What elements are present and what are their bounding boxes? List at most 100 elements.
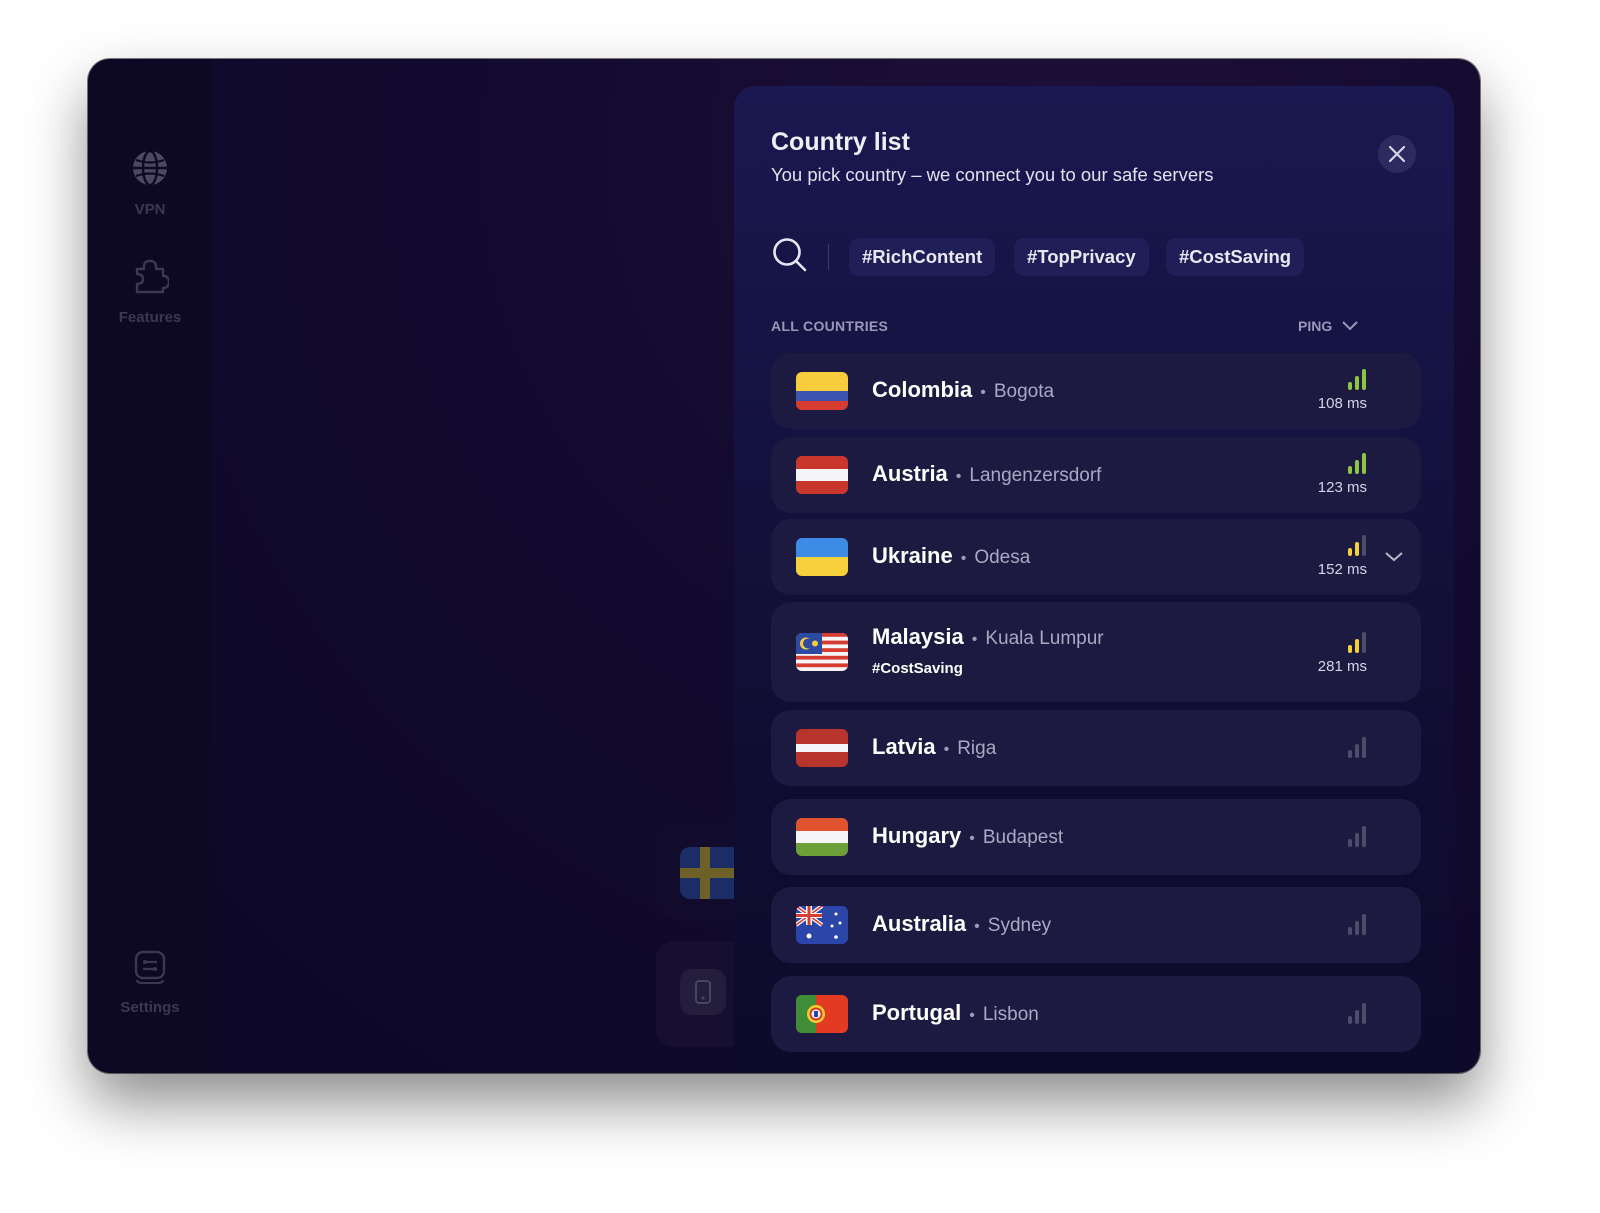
signal-bar (1348, 750, 1352, 758)
country-name: Portugal (872, 1000, 962, 1025)
country-name: Hungary (872, 823, 962, 848)
signal-strength-icon (1348, 1002, 1368, 1024)
country-list-panel: Country list You pick country – we conne… (734, 86, 1454, 1073)
city-name: Sydney (987, 915, 1052, 936)
colombia-flag-icon (796, 372, 848, 410)
city-name: Budapest (982, 827, 1064, 848)
separator-dot: • (974, 918, 980, 935)
signal-bar (1355, 542, 1359, 556)
signal-bar (1348, 839, 1352, 847)
country-row-portugal[interactable]: Portugal • Lisbon (771, 976, 1421, 1052)
signal-strength-icon (1348, 368, 1368, 390)
sidebar-item-label: VPN (134, 201, 166, 218)
separator-dot: • (943, 741, 950, 758)
country-row-hungary[interactable]: Hungary • Budapest (771, 799, 1421, 875)
sidebar-item-label: Features (118, 309, 182, 326)
chevron-down-icon[interactable] (1385, 552, 1403, 562)
city-name: Lisbon (982, 1004, 1039, 1025)
separator-dot: • (955, 468, 962, 485)
sort-ping-button[interactable]: PING (1298, 318, 1358, 334)
panel-title: Country list (771, 128, 910, 156)
country-row-ukraine[interactable]: Ukraine • Odesa 152 ms (771, 519, 1421, 595)
country-label: Hungary • Budapest (872, 823, 1063, 849)
separator-dot: • (960, 550, 967, 567)
country-name: Ukraine (872, 543, 953, 568)
ping-value: 281 ms (1317, 658, 1367, 675)
signal-bar (1362, 826, 1366, 847)
city-name: Langenzersdorf (969, 465, 1102, 486)
phone-icon (680, 969, 726, 1015)
search-divider (828, 244, 829, 270)
country-label: Colombia • Bogota (872, 377, 1054, 403)
sidebar: VPN Features Settings (88, 59, 212, 1073)
signal-strength-icon (1348, 452, 1368, 474)
sidebar-item-label: Settings (120, 999, 180, 1016)
sidebar-item-features[interactable]: Features (88, 257, 212, 326)
signal-bar (1348, 1016, 1352, 1024)
austria-flag-icon (796, 456, 848, 494)
filter-tag-costsaving[interactable]: #CostSaving (1166, 238, 1305, 276)
filter-tag-richcontent[interactable]: #RichContent (849, 238, 996, 276)
separator-dot: • (969, 830, 975, 847)
australia-flag-icon (796, 906, 848, 944)
signal-bar (1348, 382, 1352, 390)
country-label: Ukraine • Odesa (872, 543, 1030, 569)
signal-bar (1362, 369, 1366, 390)
country-name: Malaysia (872, 624, 964, 649)
signal-bar (1348, 548, 1352, 556)
signal-bar (1348, 645, 1352, 653)
country-row-latvia[interactable]: Latvia • Riga (771, 710, 1421, 786)
hungary-flag-icon (796, 818, 848, 856)
country-name: Australia (872, 911, 967, 936)
signal-bar (1355, 833, 1359, 847)
signal-strength-icon (1348, 631, 1368, 653)
city-name: Odesa (974, 547, 1031, 568)
country-label: Malaysia • Kuala Lumpur (872, 624, 1104, 650)
globe-icon (133, 149, 167, 187)
signal-bar (1355, 460, 1359, 474)
country-label: Australia • Sydney (872, 911, 1051, 937)
sidebar-item-vpn[interactable]: VPN (88, 149, 212, 218)
signal-strength-icon (1348, 825, 1368, 847)
country-row-austria[interactable]: Austria • Langenzersdorf 123 ms (771, 437, 1421, 513)
signal-bar (1355, 921, 1359, 935)
country-name: Latvia (872, 734, 936, 759)
malaysia-flag-icon (796, 633, 848, 671)
country-tag[interactable]: #CostSaving (872, 660, 963, 677)
search-icon[interactable] (772, 237, 808, 273)
signal-strength-icon (1348, 534, 1368, 556)
country-label: Portugal • Lisbon (872, 1000, 1039, 1026)
filter-tag-topprivacy[interactable]: #TopPrivacy (1014, 238, 1149, 276)
separator-dot: • (980, 384, 986, 401)
sort-label: PING (1298, 318, 1333, 334)
signal-bar (1362, 914, 1366, 935)
country-name: Austria (872, 461, 948, 486)
signal-bar (1355, 639, 1359, 653)
close-button[interactable] (1378, 135, 1416, 173)
country-label: Latvia • Riga (872, 734, 996, 760)
settings-sliders-icon (134, 950, 166, 984)
section-label: ALL COUNTRIES (771, 318, 889, 334)
signal-bar (1355, 744, 1359, 758)
latvia-flag-icon (796, 729, 848, 767)
country-label: Austria • Langenzersdorf (872, 461, 1101, 487)
ukraine-flag-icon (796, 538, 848, 576)
country-name: Colombia (872, 377, 973, 402)
separator-dot: • (969, 1007, 975, 1024)
signal-strength-icon (1348, 736, 1368, 758)
city-name: Riga (957, 738, 997, 759)
country-row-colombia[interactable]: Colombia • Bogota 108 ms (771, 353, 1421, 429)
signal-bar (1355, 1010, 1359, 1024)
separator-dot: • (971, 631, 978, 648)
ping-value: 108 ms (1317, 395, 1367, 412)
city-name: Kuala Lumpur (985, 628, 1104, 649)
panel-subtitle: You pick country – we connect you to our… (771, 164, 1214, 185)
sidebar-item-settings[interactable]: Settings (88, 949, 212, 1016)
country-row-malaysia[interactable]: Malaysia • Kuala Lumpur #CostSaving 281 ms (771, 602, 1421, 702)
country-row-australia[interactable]: Australia • Sydney (771, 887, 1421, 963)
signal-bar (1355, 376, 1359, 390)
signal-bar (1362, 535, 1366, 556)
signal-bar (1362, 737, 1366, 758)
signal-strength-icon (1348, 913, 1368, 935)
signal-bar (1362, 453, 1366, 474)
